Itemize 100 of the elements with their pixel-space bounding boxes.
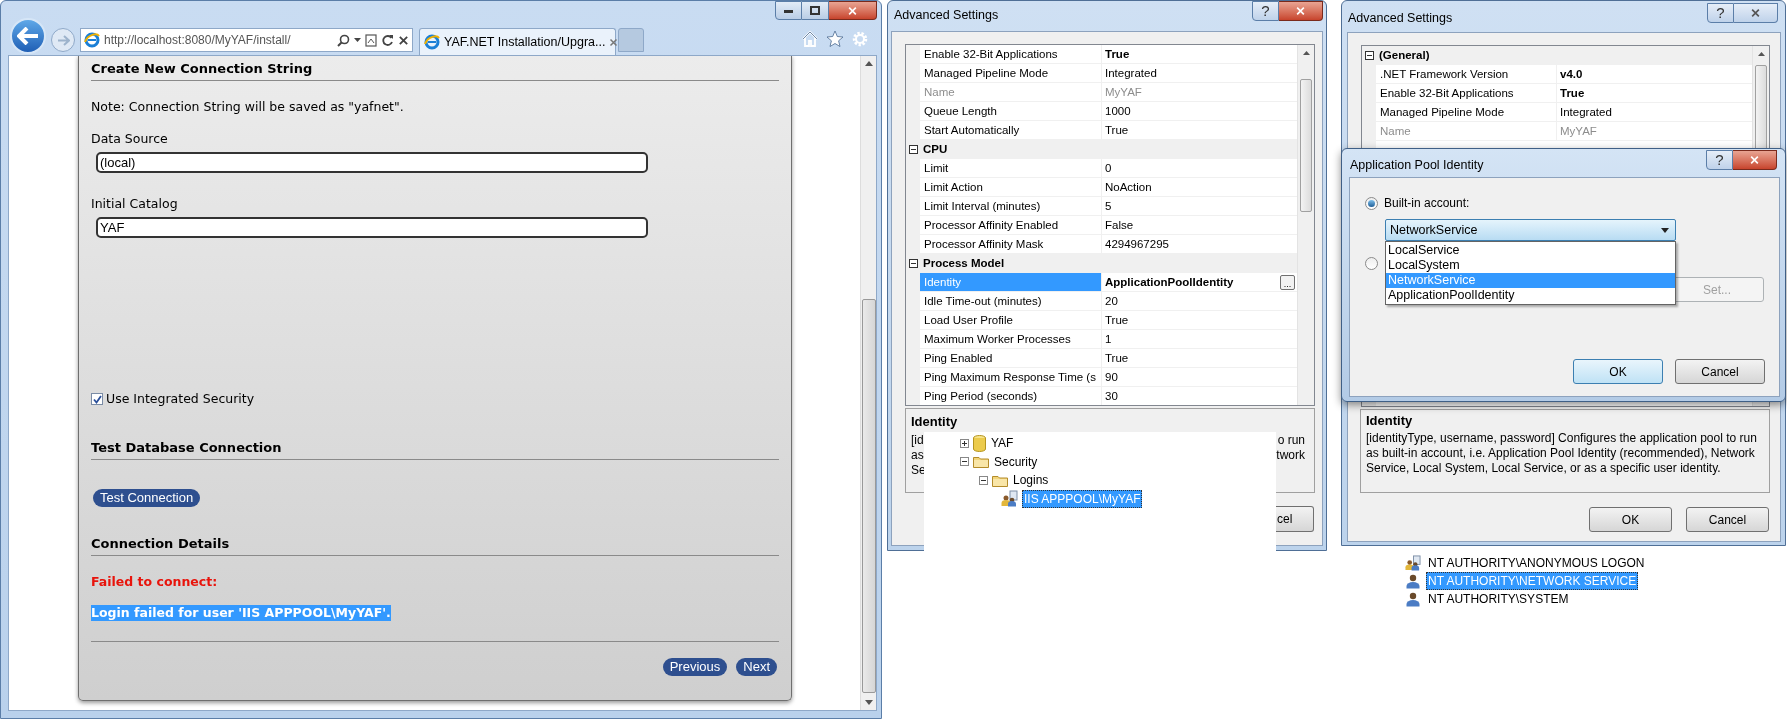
property-name[interactable]: Managed Pipeline Mode (1376, 103, 1557, 122)
check-icon (92, 394, 102, 404)
scroll-down-icon[interactable] (865, 700, 873, 705)
dialog-button[interactable]: Cancel (1686, 507, 1769, 532)
tree-item[interactable]: YAF (990, 435, 1015, 451)
property-name[interactable]: Ping Period (seconds) (920, 387, 1102, 405)
property-name[interactable]: Enable 32-Bit Applications (920, 45, 1102, 64)
refresh-icon[interactable] (381, 33, 394, 47)
text-field[interactable]: YAF (96, 217, 648, 238)
ellipsis-button[interactable]: ... (1280, 274, 1295, 290)
property-value: 20 (1104, 293, 1118, 309)
property-value: True (1104, 122, 1129, 138)
close-button[interactable] (1733, 150, 1777, 170)
expand-icon[interactable] (960, 438, 969, 448)
property-name[interactable]: Managed Pipeline Mode (920, 64, 1102, 83)
category-title[interactable]: (General) (1376, 46, 1430, 65)
browser-tab[interactable]: YAF.NET Installation/Upgra... (419, 28, 616, 55)
collapse-icon[interactable] (908, 145, 918, 154)
property-name[interactable]: Limit Interval (minutes) (920, 197, 1102, 216)
close-icon[interactable] (398, 34, 409, 46)
property-value: MyYAF (1559, 123, 1597, 139)
scroll-thumb[interactable] (1300, 79, 1312, 212)
dialog-button[interactable]: Cancel (1675, 359, 1765, 384)
section-heading: Connection Details (91, 535, 230, 553)
scroll-up-icon[interactable] (1758, 52, 1765, 56)
nav-button[interactable]: Next (736, 658, 777, 676)
login-item[interactable]: NT AUTHORITY\ANONYMOUS LOGON (1426, 554, 1647, 572)
back-button[interactable] (10, 18, 46, 54)
page-icon[interactable] (365, 33, 377, 47)
property-value: 1 (1104, 331, 1112, 347)
dialog-button[interactable]: OK (1589, 507, 1672, 532)
caret-icon[interactable] (354, 38, 361, 42)
home-icon[interactable] (801, 30, 819, 48)
property-name[interactable]: Processor Affinity Enabled (920, 216, 1102, 235)
property-name[interactable]: Enable 32-Bit Applications (1376, 84, 1557, 103)
tree-item[interactable]: Security (993, 453, 1039, 470)
property-name[interactable]: Ping Enabled (920, 349, 1102, 368)
property-name[interactable]: Load User Profile (920, 311, 1102, 330)
error-title: Failed to connect: (91, 573, 218, 591)
property-name[interactable]: Limit Action (920, 178, 1102, 197)
description-text: o run (1277, 432, 1305, 449)
dialog-button[interactable]: OK (1573, 359, 1663, 384)
tree-item[interactable]: Logins (1012, 472, 1050, 488)
property-name[interactable]: Limit (920, 159, 1102, 178)
checkbox[interactable] (91, 393, 103, 405)
help-button[interactable]: ? (1252, 1, 1279, 21)
arrow-left-icon (17, 27, 39, 45)
folder-icon (992, 473, 1008, 487)
field-label: Data Source (91, 130, 168, 148)
dropdown-option[interactable]: LocalSystem (1386, 258, 1675, 273)
property-value: 90 (1104, 369, 1118, 385)
property-value: 30 (1104, 388, 1118, 404)
account-dropdown[interactable]: NetworkService (1385, 219, 1676, 241)
star-icon[interactable] (826, 30, 844, 48)
collapse-icon[interactable] (960, 457, 969, 466)
property-name[interactable]: .NET Framework Version (1376, 65, 1557, 84)
description-title: Identity (911, 413, 958, 431)
minimize-button[interactable] (775, 1, 802, 20)
description-text: as (911, 447, 924, 464)
radio-button[interactable] (1365, 257, 1378, 270)
dropdown-option[interactable]: LocalService (1386, 243, 1675, 258)
description-text: [identityType, username, password] Configures the application pool to run as built-in account, i.e. Application Pool Identity (recommended), Network Service, Local System, Local Service, or as a specific user identity. (1366, 431, 1758, 476)
radio-label: Built-in account: (1384, 195, 1470, 211)
collapse-icon[interactable] (979, 475, 988, 485)
collapse-icon[interactable] (908, 259, 918, 268)
scroll-up-icon[interactable] (1303, 51, 1310, 55)
collapse-icon[interactable] (1364, 51, 1374, 60)
property-value: Integrated (1559, 104, 1612, 120)
scroll-thumb[interactable] (862, 299, 876, 693)
address-field[interactable]: http://localhost:8080/MyYAF/install/ (80, 28, 413, 52)
url-text: http://localhost:8080/MyYAF/install/ (104, 32, 292, 49)
login-item[interactable]: NT AUTHORITY\SYSTEM (1426, 590, 1571, 608)
test-connection-button[interactable]: Test Connection (93, 489, 201, 507)
category-title[interactable]: CPU (920, 140, 948, 159)
property-value: True (1104, 312, 1129, 328)
property-value: True (1104, 46, 1130, 62)
help-button[interactable]: ? (1706, 150, 1733, 170)
category-title[interactable]: Process Model (920, 254, 1005, 273)
folder-icon (973, 455, 989, 468)
property-name[interactable]: Ping Maximum Response Time (s (920, 368, 1102, 387)
maximize-button[interactable] (802, 1, 829, 20)
checkbox-label: Use Integrated Security (106, 390, 255, 408)
nav-button[interactable]: Previous (662, 658, 728, 676)
property-value: ApplicationPoolIdentity (1104, 274, 1234, 290)
close-icon (847, 5, 858, 16)
close-button[interactable] (1734, 3, 1778, 23)
section-heading: Test Database Connection (91, 439, 282, 457)
property-value: NoAction (1104, 179, 1152, 195)
close-button[interactable] (829, 1, 877, 20)
property-name[interactable]: Maximum Worker Processes (920, 330, 1102, 349)
close-button[interactable] (1279, 1, 1323, 21)
help-button[interactable]: ? (1707, 3, 1734, 23)
text-field[interactable]: (local) (96, 152, 648, 173)
search-icon[interactable] (337, 33, 350, 47)
property-value: MyYAF (1104, 84, 1142, 100)
property-name[interactable]: Queue Length (920, 102, 1102, 121)
property-value: Integrated (1104, 65, 1157, 81)
scroll-up-icon[interactable] (865, 61, 873, 66)
property-name[interactable]: Idle Time-out (minutes) (920, 292, 1102, 311)
radio-button[interactable] (1365, 197, 1378, 210)
